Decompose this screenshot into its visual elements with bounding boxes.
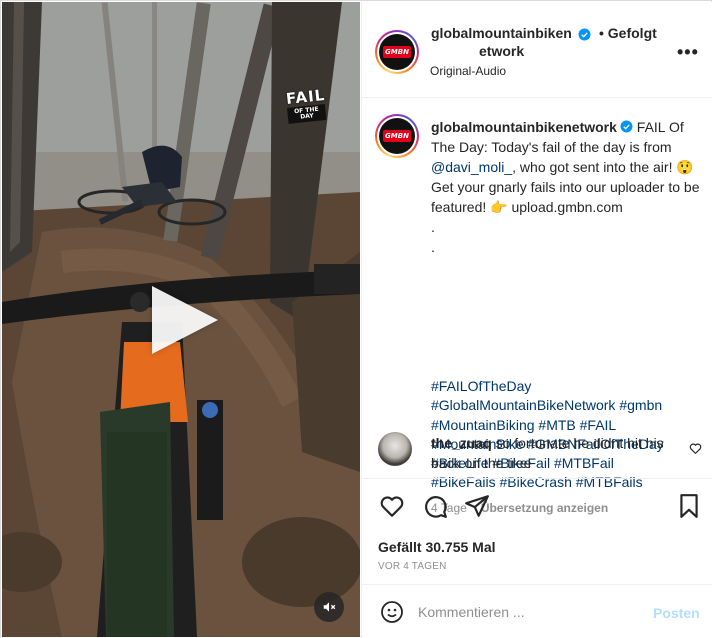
hashtag-link[interactable]: #GlobalMountainBikeNetwork bbox=[431, 397, 615, 413]
caption-author-username[interactable]: globalmountainbikenetwork bbox=[431, 119, 617, 135]
fail-of-the-day-badge: FAIL OF THE DAY bbox=[285, 85, 327, 126]
comment-icon[interactable] bbox=[422, 493, 448, 519]
mute-button[interactable] bbox=[314, 592, 344, 622]
commenter-avatar[interactable] bbox=[378, 432, 412, 466]
play-icon[interactable] bbox=[152, 286, 218, 354]
post-dialog: FAIL OF THE DAY GMBN globalmountainbiken… bbox=[0, 0, 712, 637]
comment-input[interactable] bbox=[418, 600, 638, 624]
verified-badge-icon bbox=[578, 28, 591, 41]
caption-author-avatar[interactable]: GMBN bbox=[375, 114, 419, 158]
more-options-icon[interactable]: ••• bbox=[677, 42, 699, 63]
author-username[interactable]: globalmountainbiken etwork bbox=[431, 24, 581, 60]
author-username-line2: etwork bbox=[479, 43, 525, 59]
hashtag-link[interactable]: #FAIL bbox=[580, 417, 617, 433]
verified-badge-icon bbox=[620, 120, 633, 133]
like-count[interactable]: Gefällt 30.755 Mal bbox=[378, 539, 496, 555]
heart-icon[interactable] bbox=[379, 493, 405, 519]
send-icon[interactable] bbox=[464, 493, 490, 519]
gmbn-logo: GMBN bbox=[383, 130, 411, 142]
video-player[interactable]: FAIL OF THE DAY bbox=[2, 2, 360, 637]
post-header: GMBN globalmountainbiken etwork • Gefolg… bbox=[362, 2, 712, 98]
caption-text: globalmountainbikenetwork FAIL Of The Da… bbox=[431, 117, 701, 257]
post-comment-button[interactable]: Posten bbox=[653, 605, 700, 621]
post-timestamp[interactable]: VOR 4 TAGEN bbox=[378, 561, 447, 572]
mention-link[interactable]: @davi_moli_ bbox=[431, 159, 512, 175]
post-side-panel: GMBN globalmountainbiken etwork • Gefolg… bbox=[361, 2, 712, 637]
follow-status-button[interactable]: • Gefolgt bbox=[599, 24, 657, 42]
speaker-muted-icon bbox=[323, 602, 336, 612]
badge-title: FAIL bbox=[285, 85, 327, 108]
comment-text: the_zuaq so fortunate he didnt hit his b… bbox=[431, 433, 681, 473]
hashtag-link[interactable]: #FAILOfTheDay bbox=[431, 378, 531, 394]
smiley-icon[interactable] bbox=[380, 600, 404, 624]
hashtag-link[interactable]: #gmbn bbox=[619, 397, 662, 413]
author-avatar[interactable]: GMBN bbox=[375, 30, 419, 74]
bookmark-icon[interactable] bbox=[676, 493, 702, 519]
hashtag-link[interactable]: #MTB bbox=[538, 417, 575, 433]
hashtag-link[interactable]: #MountainBiking bbox=[431, 417, 535, 433]
commenter-username[interactable]: the_zuaq bbox=[431, 435, 492, 451]
comment-heart-icon[interactable] bbox=[689, 442, 702, 455]
gmbn-logo: GMBN bbox=[383, 46, 411, 58]
author-username-line1: globalmountainbiken bbox=[431, 25, 572, 41]
audio-label[interactable]: Original-Audio bbox=[430, 64, 506, 78]
comment-composer: Posten bbox=[362, 584, 712, 637]
